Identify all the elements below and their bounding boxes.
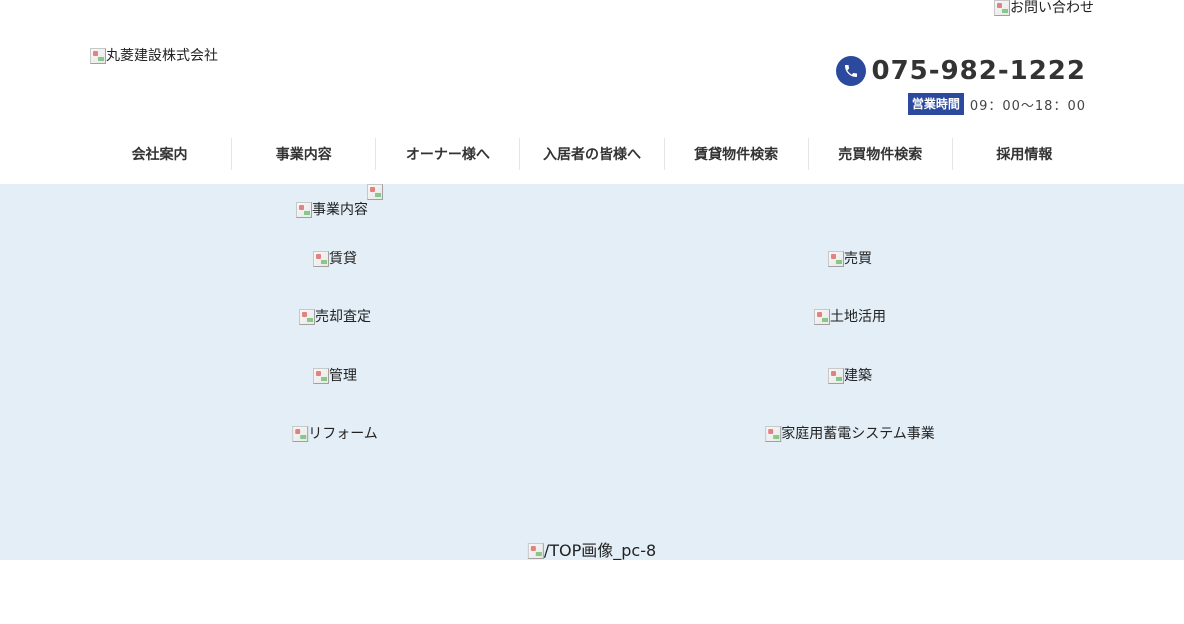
phone-block[interactable]: 075-982-1222 xyxy=(835,56,1087,86)
service-management[interactable]: 管理 xyxy=(313,368,357,384)
broken-image-icon xyxy=(292,426,309,442)
business-hours: 営業時間 09：00〜18：00 xyxy=(907,93,1086,115)
service-reform[interactable]: リフォーム xyxy=(292,426,378,442)
phone-icon xyxy=(835,56,866,86)
contact-alt-text: お問い合わせ xyxy=(1010,0,1094,16)
nav-item-sale-search[interactable]: 売買物件検索 xyxy=(807,138,952,170)
top-banner-image: /TOP画像_pc-8 xyxy=(527,541,657,560)
broken-image-icon xyxy=(367,184,383,200)
phone-number[interactable]: 075-982-1222 xyxy=(872,56,1087,86)
nav-item-recruit[interactable]: 採用情報 xyxy=(951,138,1096,170)
broken-image-icon xyxy=(299,309,315,325)
services-section: 事業内容 賃貸 売却査定 管理 リフォーム 売買 土地活用 建築 家庭用蓄電シス… xyxy=(0,184,1184,560)
service-battery-system-alt: 家庭用蓄電システム事業 xyxy=(781,426,935,442)
broken-image-icon xyxy=(296,202,312,218)
service-management-alt: 管理 xyxy=(329,368,357,384)
service-trade-alt: 売買 xyxy=(844,251,872,267)
service-land-use-alt: 土地活用 xyxy=(830,309,886,325)
broken-image-icon xyxy=(313,251,329,267)
broken-image-icon xyxy=(994,0,1010,16)
nav-item-rental-search[interactable]: 賃貸物件検索 xyxy=(663,138,808,170)
company-logo[interactable]: 丸菱建設株式会社 xyxy=(90,48,218,64)
service-reform-alt: リフォーム xyxy=(308,426,378,442)
hours-badge: 営業時間 xyxy=(907,93,964,115)
decorative-image xyxy=(367,184,383,200)
broken-image-icon xyxy=(313,368,329,384)
service-rental[interactable]: 賃貸 xyxy=(313,251,357,267)
services-heading: 事業内容 xyxy=(296,202,368,218)
page-bottom-area xyxy=(0,560,1184,624)
broken-image-icon xyxy=(765,426,782,442)
top-banner-alt: /TOP画像_pc-8 xyxy=(543,541,657,560)
service-rental-alt: 賃貸 xyxy=(329,251,357,267)
contact-link[interactable]: お問い合わせ xyxy=(994,0,1094,16)
service-battery-system[interactable]: 家庭用蓄電システム事業 xyxy=(765,426,935,442)
logo-alt-text: 丸菱建設株式会社 xyxy=(106,48,218,64)
broken-image-icon xyxy=(527,543,544,559)
main-nav: 会社案内 事業内容 オーナー様へ 入居者の皆様へ 賃貸物件検索 売買物件検索 採… xyxy=(88,138,1096,170)
service-trade[interactable]: 売買 xyxy=(828,251,872,267)
service-construction-alt: 建築 xyxy=(844,368,872,384)
broken-image-icon xyxy=(828,251,844,267)
broken-image-icon xyxy=(828,368,844,384)
hours-time: 09：00〜18：00 xyxy=(969,98,1086,114)
nav-item-residents[interactable]: 入居者の皆様へ xyxy=(519,138,663,170)
broken-image-icon xyxy=(90,48,106,64)
nav-item-company[interactable]: 会社案内 xyxy=(88,138,231,170)
site-header: お問い合わせ 丸菱建設株式会社 075-982-1222 営業時間 09：00〜… xyxy=(0,0,1184,184)
nav-item-business[interactable]: 事業内容 xyxy=(231,138,375,170)
broken-image-icon xyxy=(814,309,830,325)
service-construction[interactable]: 建築 xyxy=(828,368,872,384)
service-sale-appraisal-alt: 売却査定 xyxy=(315,309,371,325)
service-land-use[interactable]: 土地活用 xyxy=(814,309,886,325)
services-heading-alt: 事業内容 xyxy=(312,202,368,218)
service-sale-appraisal[interactable]: 売却査定 xyxy=(299,309,371,325)
nav-item-owners[interactable]: オーナー様へ xyxy=(375,138,519,170)
